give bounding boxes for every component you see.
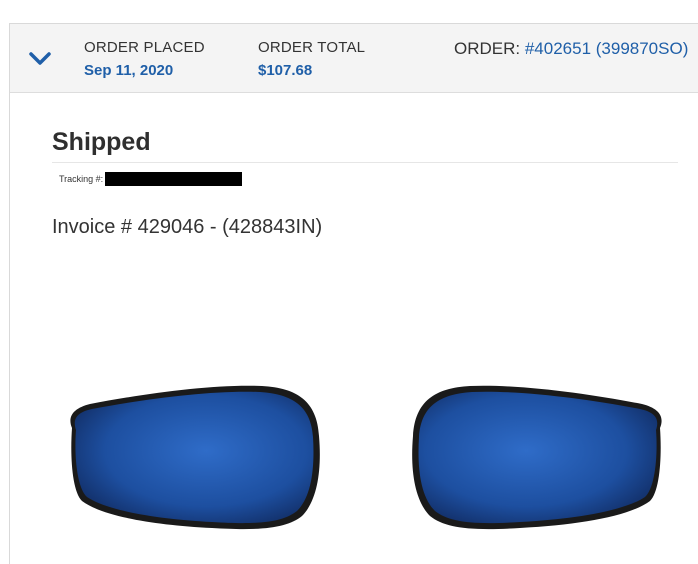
order-total-label: ORDER TOTAL [258,39,366,56]
expand-toggle[interactable] [28,49,52,69]
product-image-left-mirror[interactable] [62,376,328,534]
order-placed-label: ORDER PLACED [84,39,205,56]
tracking-number-redacted [105,172,243,186]
tracking-label: Tracking #: [59,174,104,184]
order-number: ORDER: #402651 (399870SO) [454,39,688,59]
tracking-row: Tracking #: [59,172,243,186]
order-placed-date: Sep 11, 2020 [84,62,174,79]
shipment-status: Shipped [52,128,151,156]
divider [52,162,678,163]
order-placed: ORDER PLACED Sep 11, 2020 [84,39,205,80]
order-total: ORDER TOTAL $107.68 [258,39,365,80]
order-number-label: ORDER: [454,39,525,58]
invoice-number: Invoice # 429046 - (428843IN) [52,216,323,238]
order-number-link[interactable]: #402651 (399870SO) [525,39,689,58]
chevron-down-icon [29,52,51,65]
product-image-right-mirror[interactable] [408,376,670,534]
order-header: ORDER PLACED Sep 11, 2020 ORDER TOTAL $1… [10,24,698,93]
order-total-amount: $107.68 [258,62,313,79]
order-card: ORDER PLACED Sep 11, 2020 ORDER TOTAL $1… [9,23,698,564]
